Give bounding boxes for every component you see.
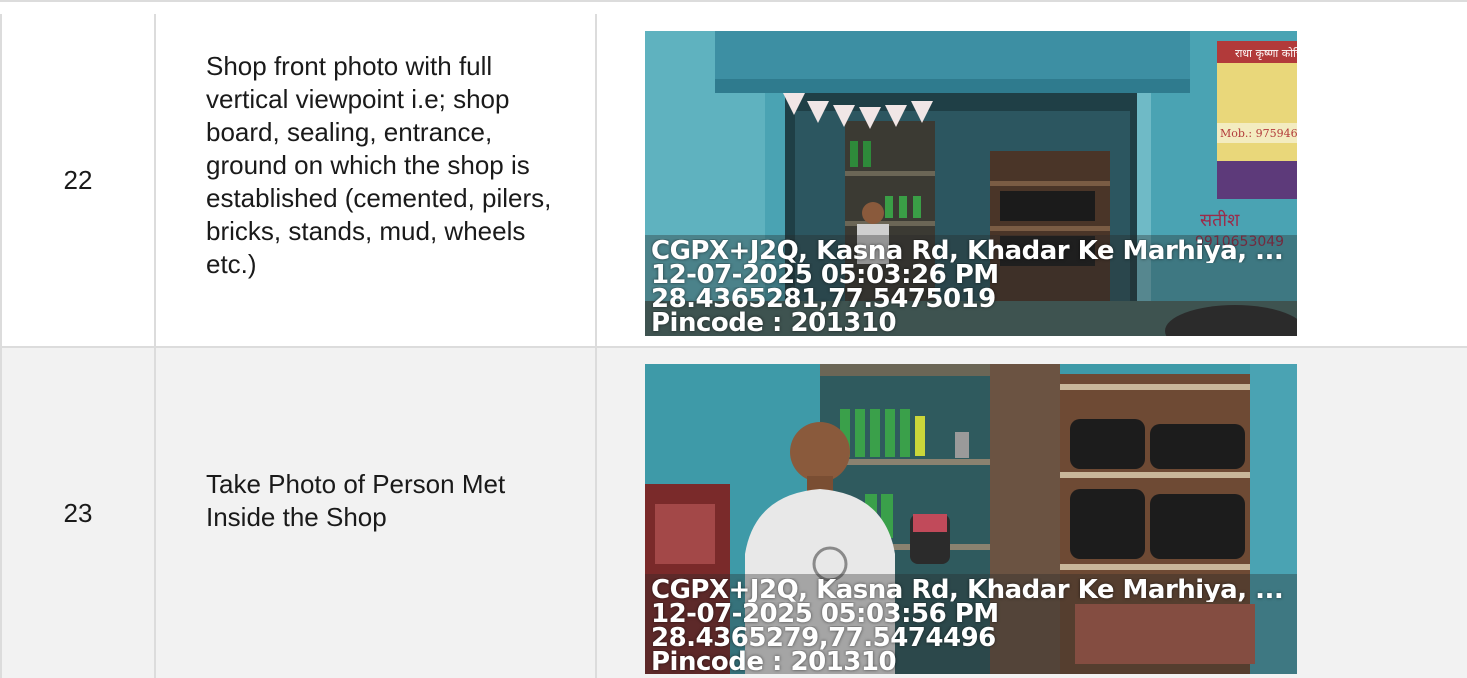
stamp-coords: 28.4365279,77.5474496 <box>651 626 996 650</box>
stamp-address: CGPX+J2Q, Kasna Rd, Khadar Ke Marhiya, .… <box>651 578 1284 602</box>
table-row: 23 Take Photo of Person Met Inside the S… <box>0 348 1467 678</box>
geotag-stamp: CGPX+J2Q, Kasna Rd, Khadar Ke Marhiya, .… <box>651 239 1297 335</box>
photo-cell: CGPX+J2Q, Kasna Rd, Khadar Ke Marhiya, .… <box>597 348 1467 678</box>
geotag-stamp: CGPX+J2Q, Kasna Rd, Khadar Ke Marhiya, .… <box>651 578 1297 674</box>
shop-front-photo[interactable]: राधा कृष्णा कोचिंग Mob.: 97594687 सतीश 9… <box>645 31 1297 336</box>
stamp-coords: 28.4365281,77.5475019 <box>651 287 996 311</box>
board-mob-text: Mob.: 97594687 <box>1220 127 1297 140</box>
row-number: 23 <box>0 348 156 678</box>
board-name-text: राधा कृष्णा कोचिंग <box>1235 47 1297 60</box>
stamp-datetime: 12-07-2025 05:03:56 PM <box>651 602 999 626</box>
stamp-address: CGPX+J2Q, Kasna Rd, Khadar Ke Marhiya, .… <box>651 239 1284 263</box>
row-number: 22 <box>0 14 156 346</box>
photo-cell: राधा कृष्णा कोचिंग Mob.: 97594687 सतीश 9… <box>597 14 1467 346</box>
row-description: Take Photo of Person Met Inside the Shop <box>156 348 597 678</box>
wall-name-text: सतीश <box>1200 209 1240 231</box>
table-row: 22 Shop front photo with full vertical v… <box>0 14 1467 348</box>
report-table: 22 Shop front photo with full vertical v… <box>0 0 1467 678</box>
stamp-pincode: Pincode : 201310 <box>651 311 897 335</box>
row-description: Shop front photo with full vertical view… <box>156 14 597 346</box>
stamp-pincode: Pincode : 201310 <box>651 650 897 674</box>
stamp-datetime: 12-07-2025 05:03:26 PM <box>651 263 999 287</box>
person-met-photo[interactable]: CGPX+J2Q, Kasna Rd, Khadar Ke Marhiya, .… <box>645 364 1297 674</box>
